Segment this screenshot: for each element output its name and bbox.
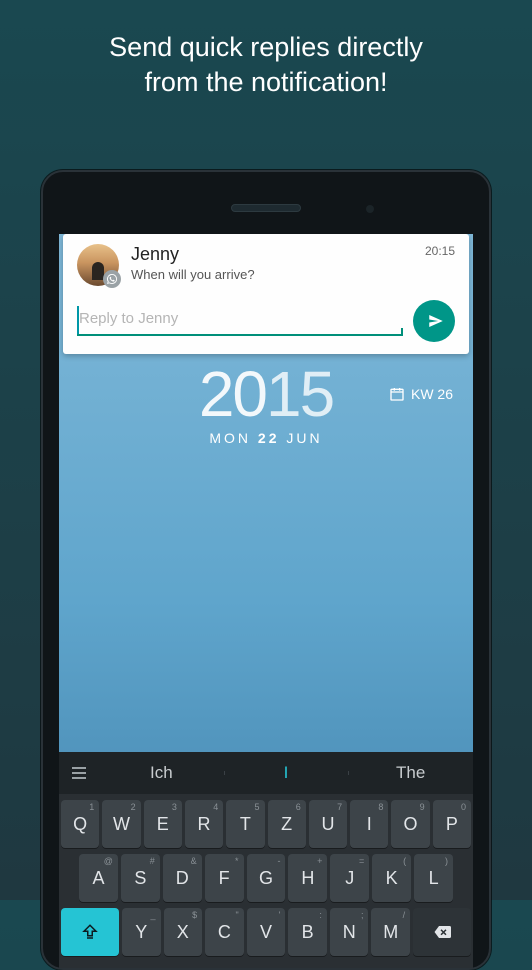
phone-screen: Jenny When will you arrive? 20:15 Reply …	[59, 234, 473, 968]
clock-widget: 2015 MON 22 JUN KW 26	[59, 362, 473, 446]
notification-time: 20:15	[425, 244, 455, 258]
key-p[interactable]: P0	[433, 800, 471, 848]
key-n[interactable]: N;	[330, 908, 369, 956]
key-sub: '	[279, 910, 281, 920]
key-sub: 7	[337, 802, 342, 812]
keyboard: Ich I The Q1W2E3R4T5Z6U7I8O9P0 A@S#D&F*G…	[59, 752, 473, 968]
key-sub: *	[235, 856, 239, 866]
key-sub: _	[151, 910, 156, 920]
key-sub: 4	[213, 802, 218, 812]
key-sub: )	[445, 856, 448, 866]
key-sub: 1	[89, 802, 94, 812]
key-f[interactable]: F*	[205, 854, 244, 902]
reply-row: Reply to Jenny	[77, 300, 455, 342]
sender-name: Jenny	[131, 244, 413, 265]
week-label: KW 26	[411, 386, 453, 402]
key-sub: 8	[378, 802, 383, 812]
key-sub: @	[104, 856, 113, 866]
clock-date-num: 22	[258, 430, 280, 446]
reply-placeholder: Reply to Jenny	[79, 310, 178, 327]
avatar-wrap	[77, 244, 119, 286]
key-t[interactable]: T5	[226, 800, 264, 848]
key-sub: 5	[254, 802, 259, 812]
key-sub: "	[236, 910, 239, 920]
suggestion-2[interactable]: I	[224, 763, 349, 783]
key-sub: :	[319, 910, 322, 920]
clock-minutes: 15	[266, 358, 333, 430]
keyboard-row-1: Q1W2E3R4T5Z6U7I8O9P0	[61, 800, 471, 848]
promo-line1: Send quick replies directly	[109, 32, 423, 62]
suggestion-1[interactable]: Ich	[99, 763, 224, 783]
key-w[interactable]: W2	[102, 800, 140, 848]
promo-line2: from the notification!	[144, 67, 387, 97]
clock-month: JUN	[286, 430, 322, 446]
key-o[interactable]: O9	[391, 800, 429, 848]
suggestion-bar: Ich I The	[59, 752, 473, 794]
send-icon	[427, 312, 445, 330]
phone-speaker	[231, 204, 301, 212]
key-sub: (	[403, 856, 406, 866]
keyboard-rows: Q1W2E3R4T5Z6U7I8O9P0 A@S#D&F*G-H+J=K(L) …	[59, 794, 473, 968]
phone-camera	[366, 205, 374, 213]
promo-headline: Send quick replies directly from the not…	[0, 0, 532, 120]
key-sub: $	[192, 910, 197, 920]
key-l[interactable]: L)	[414, 854, 453, 902]
key-sub: #	[150, 856, 155, 866]
calendar-icon	[389, 386, 405, 402]
notification-text: Jenny When will you arrive?	[131, 244, 413, 282]
suggestion-3[interactable]: The	[348, 763, 473, 783]
key-b[interactable]: B:	[288, 908, 327, 956]
key-sub: =	[359, 856, 364, 866]
backspace-icon	[433, 923, 451, 941]
key-q[interactable]: Q1	[61, 800, 99, 848]
key-sub: /	[403, 910, 406, 920]
key-sub: ;	[361, 910, 364, 920]
whatsapp-icon	[103, 270, 121, 288]
send-button[interactable]	[413, 300, 455, 342]
key-sub: 6	[296, 802, 301, 812]
key-s[interactable]: S#	[121, 854, 160, 902]
key-sub: 9	[420, 802, 425, 812]
key-sub: &	[191, 856, 197, 866]
key-sub: 3	[172, 802, 177, 812]
clock-hours: 20	[199, 358, 266, 430]
notification-header: Jenny When will you arrive? 20:15	[77, 244, 455, 286]
clock-date: MON 22 JUN	[59, 430, 473, 446]
key-sub: +	[317, 856, 322, 866]
key-j[interactable]: J=	[330, 854, 369, 902]
backspace-key[interactable]	[413, 908, 471, 956]
key-e[interactable]: E3	[144, 800, 182, 848]
key-h[interactable]: H+	[288, 854, 327, 902]
key-i[interactable]: I8	[350, 800, 388, 848]
phone-frame: Jenny When will you arrive? 20:15 Reply …	[41, 170, 491, 970]
key-g[interactable]: G-	[247, 854, 286, 902]
key-m[interactable]: M/	[371, 908, 410, 956]
key-r[interactable]: R4	[185, 800, 223, 848]
keyboard-row-3: Y_X$C"V'B:N;M/	[61, 908, 471, 956]
key-sub: 0	[461, 802, 466, 812]
message-preview: When will you arrive?	[131, 267, 413, 282]
shift-key[interactable]	[61, 908, 119, 956]
key-d[interactable]: D&	[163, 854, 202, 902]
key-k[interactable]: K(	[372, 854, 411, 902]
reply-input[interactable]: Reply to Jenny	[77, 306, 403, 336]
key-y[interactable]: Y_	[122, 908, 161, 956]
key-sub: 2	[131, 802, 136, 812]
calendar-week-badge: KW 26	[389, 386, 453, 402]
key-c[interactable]: C"	[205, 908, 244, 956]
key-a[interactable]: A@	[79, 854, 118, 902]
keyboard-row-2: A@S#D&F*G-H+J=K(L)	[61, 854, 471, 902]
key-z[interactable]: Z6	[268, 800, 306, 848]
key-v[interactable]: V'	[247, 908, 286, 956]
key-u[interactable]: U7	[309, 800, 347, 848]
shift-icon	[81, 923, 99, 941]
key-x[interactable]: X$	[164, 908, 203, 956]
clock-day: MON	[209, 430, 251, 446]
keyboard-menu-icon[interactable]	[59, 767, 99, 779]
notification-card: Jenny When will you arrive? 20:15 Reply …	[63, 234, 469, 354]
key-sub: -	[277, 856, 280, 866]
